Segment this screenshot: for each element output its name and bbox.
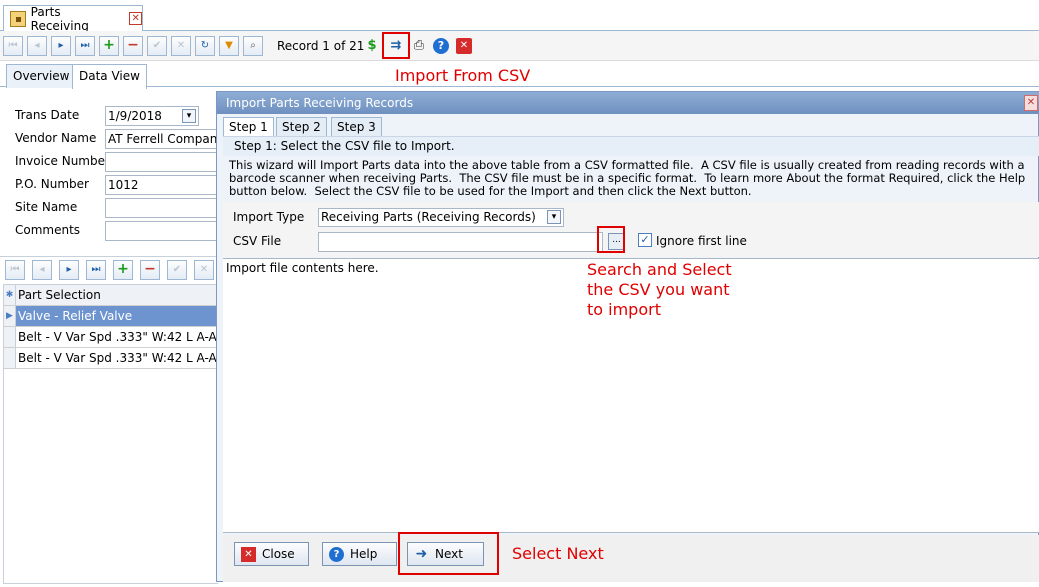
tab-data-view[interactable]: Data View (72, 64, 147, 89)
search-select-annotation: Search and Select the CSV you want to im… (587, 260, 732, 319)
po-number-field[interactable]: 1012 (105, 175, 217, 195)
grid-header: ✱ Part Selection (4, 285, 219, 306)
wizard-description: This wizard will Import Parts data into … (229, 158, 1026, 198)
help-button[interactable]: ? Help (322, 542, 397, 566)
table-cell: Valve - Relief Valve (18, 309, 133, 323)
row-pointer-icon: ▶ (4, 306, 16, 326)
table-row[interactable]: Belt - V Var Spd .333" W:42 L A-A4 (4, 348, 219, 369)
help-button-label: Help (350, 547, 378, 561)
next-record-button[interactable]: ▸ (51, 36, 71, 56)
grid-toolbar: ⏮ ◂ ▸ ⏭ + − ✔ ✕ (0, 256, 218, 282)
csv-file-input[interactable] (318, 232, 603, 252)
site-name-field[interactable] (105, 198, 217, 218)
table-row[interactable]: ▶ Valve - Relief Valve (4, 306, 219, 327)
part-selection-header[interactable]: Part Selection (18, 285, 101, 305)
vendor-name-label: Vendor Name (15, 131, 97, 145)
po-number-label: P.O. Number (15, 177, 89, 191)
close-button-label: Close (262, 547, 295, 561)
csv-file-label: CSV File (233, 234, 282, 248)
grid-first-button[interactable]: ⏮ (5, 260, 25, 280)
add-record-button[interactable]: + (99, 36, 119, 56)
grid-delete-button[interactable]: − (140, 260, 160, 280)
parts-box-icon (10, 10, 26, 27)
trans-date-value: 1/9/2018 (108, 109, 162, 123)
delete-record-button[interactable]: − (123, 36, 143, 56)
import-type-select[interactable]: Receiving Parts (Receiving Records) ▾ (318, 208, 564, 227)
refresh-button[interactable]: ↻ (195, 36, 215, 56)
record-position-label: Record 1 of 21 (277, 39, 365, 53)
document-tab-parts-receiving[interactable]: Parts Receiving ✕ (3, 4, 143, 33)
dialog-title: Import Parts Receiving Records (217, 92, 1039, 114)
grid-save-button[interactable]: ✔ (167, 260, 187, 280)
grid-last-button[interactable]: ⏭ (86, 260, 106, 280)
previous-record-button[interactable]: ◂ (27, 36, 47, 56)
find-button[interactable]: ⌕ (243, 36, 263, 56)
next-highlight (398, 532, 499, 575)
ignore-first-line-checkbox[interactable]: ✓ (638, 233, 652, 247)
trans-date-field[interactable]: 1/9/2018 ▾ (105, 106, 199, 126)
table-cell: Belt - V Var Spd .333" W:42 L A-A4 (18, 330, 219, 344)
table-cell: Belt - V Var Spd .333" W:42 L A-A4 (18, 351, 219, 365)
save-record-button[interactable]: ✔ (147, 36, 167, 56)
import-settings: Import Type Receiving Parts (Receiving R… (223, 202, 1039, 257)
import-from-csv-annotation: Import From CSV (395, 66, 531, 85)
import-csv-highlight (382, 32, 410, 59)
filter-button[interactable]: ▼ (219, 36, 239, 56)
ignore-first-line-label: Ignore first line (656, 234, 747, 248)
trans-date-label: Trans Date (15, 108, 80, 122)
grid-next-button[interactable]: ▸ (59, 260, 79, 280)
help-icon: ? (329, 546, 344, 562)
comments-field[interactable] (105, 221, 217, 241)
exit-icon[interactable]: ✕ (456, 38, 472, 54)
row-selector (4, 348, 16, 368)
money-icon[interactable]: $ (363, 37, 381, 55)
row-selector (4, 327, 16, 347)
import-type-label: Import Type (233, 210, 305, 224)
browse-highlight (597, 226, 625, 253)
last-record-button[interactable]: ⏭ (75, 36, 95, 56)
tab-overview[interactable]: Overview (6, 64, 77, 88)
first-record-button[interactable]: ⏮ (3, 36, 23, 56)
grid-header-marker: ✱ (4, 285, 16, 305)
grid-add-button[interactable]: + (113, 260, 133, 280)
grid-previous-button[interactable]: ◂ (32, 260, 52, 280)
table-row[interactable]: Belt - V Var Spd .333" W:42 L A-A4 (4, 327, 219, 348)
tab-step-1[interactable]: Step 1 (223, 117, 274, 136)
dialog-close-icon[interactable]: ✕ (1024, 95, 1038, 111)
chevron-down-icon[interactable]: ▾ (182, 109, 196, 123)
close-button[interactable]: ✕ Close (234, 542, 309, 566)
document-tab-title: Parts Receiving (30, 4, 89, 33)
vendor-name-field[interactable]: AT Ferrell Company (105, 129, 217, 149)
tab-step-2[interactable]: Step 2 (276, 117, 327, 136)
close-tab-icon[interactable]: ✕ (129, 12, 142, 25)
import-dialog: Import Parts Receiving Records ✕ Step 1 … (216, 91, 1039, 582)
invoice-number-label: Invoice Number (15, 154, 110, 168)
grid-cancel-button[interactable]: ✕ (194, 260, 214, 280)
import-type-value: Receiving Parts (Receiving Records) (321, 210, 536, 224)
contents-placeholder: Import file contents here. (226, 261, 379, 275)
tab-step-3[interactable]: Step 3 (331, 117, 382, 136)
select-next-annotation: Select Next (512, 544, 604, 563)
dialog-footer: ✕ Close ? Help ➜ Next (223, 535, 1039, 582)
part-selection-grid: ✱ Part Selection ▶ Valve - Relief Valve … (3, 284, 219, 584)
step-heading: Step 1: Select the CSV file to Import. (223, 136, 1039, 156)
close-icon: ✕ (241, 546, 256, 562)
chevron-down-icon[interactable]: ▾ (547, 210, 561, 224)
main-toolbar: ⏮ ◂ ▸ ⏭ + − ✔ ✕ ↻ ▼ ⌕ Record 1 of 21 $ ⇉… (0, 31, 1039, 61)
invoice-number-field[interactable] (105, 152, 217, 172)
site-name-label: Site Name (15, 200, 78, 214)
print-icon[interactable]: ⎙ (410, 37, 428, 55)
comments-label: Comments (15, 223, 81, 237)
help-icon[interactable]: ? (433, 38, 449, 54)
cancel-edit-button[interactable]: ✕ (171, 36, 191, 56)
document-tab-strip: Parts Receiving ✕ (0, 0, 1039, 33)
